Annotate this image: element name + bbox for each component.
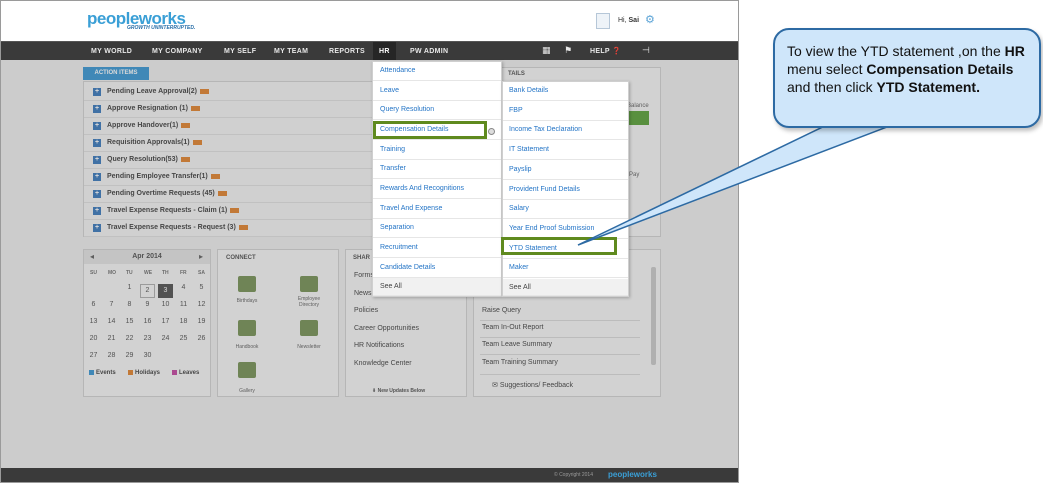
- hr-menu-leave[interactable]: Leave: [373, 82, 501, 101]
- help-menu[interactable]: HELP ❓: [584, 42, 627, 61]
- gear-icon[interactable]: ⚙: [645, 13, 655, 26]
- hr-menu-rewards-and-recognitions[interactable]: Rewards And Recognitions: [373, 180, 501, 199]
- compensation-submenu: Bank Details FBP Income Tax Declaration …: [502, 81, 629, 297]
- app-window: peopleworks GROWTH UNINTERRUPTED. Hi, Sa…: [0, 0, 739, 483]
- nav-my-world[interactable]: MY WORLD: [85, 42, 138, 61]
- sitemap-icon[interactable]: ⊣: [642, 45, 650, 56]
- nav-pw-admin[interactable]: PW ADMIN: [404, 42, 454, 61]
- hr-menu-query-resolution[interactable]: Query Resolution: [373, 101, 501, 121]
- hr-menu-transfer[interactable]: Transfer: [373, 160, 501, 180]
- submenu-arrow-icon: [488, 128, 495, 135]
- footer-logo: peopleworks: [608, 470, 657, 479]
- submenu-income-tax-declaration[interactable]: Income Tax Declaration: [503, 121, 628, 141]
- hr-menu-separation[interactable]: Separation: [373, 219, 501, 239]
- copyright: © Copyright 2014: [554, 472, 593, 478]
- callout-text: To view the YTD statement ,on the HR men…: [787, 43, 1025, 95]
- calendar-icon[interactable]: ▦: [542, 45, 551, 56]
- hr-menu-travel-and-expense[interactable]: Travel And Expense: [373, 200, 501, 219]
- nav-my-team[interactable]: MY TEAM: [268, 42, 314, 61]
- hr-menu-attendance[interactable]: Attendance: [373, 62, 501, 81]
- highlight-compensation-details: [373, 121, 487, 139]
- hr-menu-candidate-details[interactable]: Candidate Details: [373, 259, 501, 278]
- nav-reports[interactable]: REPORTS: [323, 42, 371, 61]
- submenu-it-statement[interactable]: IT Statement: [503, 141, 628, 161]
- nav-my-company[interactable]: MY COMPANY: [146, 42, 209, 61]
- tagline: GROWTH UNINTERRUPTED.: [127, 25, 196, 31]
- main-nav: MY WORLD MY COMPANY MY SELF MY TEAM REPO…: [1, 41, 738, 61]
- submenu-fbp[interactable]: FBP: [503, 102, 628, 121]
- user-greeting: Hi, Sai: [618, 17, 640, 24]
- nav-my-self[interactable]: MY SELF: [218, 42, 262, 61]
- submenu-maker[interactable]: Maker: [503, 259, 628, 279]
- flag-icon[interactable]: ⚑: [564, 45, 572, 56]
- submenu-salary[interactable]: Salary: [503, 200, 628, 220]
- hr-dropdown-menu: Attendance Leave Query Resolution Compen…: [372, 61, 502, 297]
- submenu-see-all[interactable]: See All: [503, 279, 628, 296]
- instruction-callout: To view the YTD statement ,on the HR men…: [773, 28, 1041, 128]
- header: peopleworks GROWTH UNINTERRUPTED. Hi, Sa…: [1, 1, 738, 41]
- submenu-payslip[interactable]: Payslip: [503, 161, 628, 180]
- hr-menu-recruitment[interactable]: Recruitment: [373, 239, 501, 258]
- help-icon: ❓: [612, 48, 622, 55]
- hr-menu-training[interactable]: Training: [373, 141, 501, 160]
- highlight-ytd-statement: [501, 237, 617, 255]
- submenu-bank-details[interactable]: Bank Details: [503, 82, 628, 101]
- hr-menu-see-all[interactable]: See All: [373, 278, 501, 296]
- submenu-provident-fund-details[interactable]: Provident Fund Details: [503, 181, 628, 200]
- avatar[interactable]: [596, 13, 610, 29]
- footer: © Copyright 2014 peopleworks: [1, 468, 738, 482]
- nav-hr[interactable]: HR: [373, 42, 396, 61]
